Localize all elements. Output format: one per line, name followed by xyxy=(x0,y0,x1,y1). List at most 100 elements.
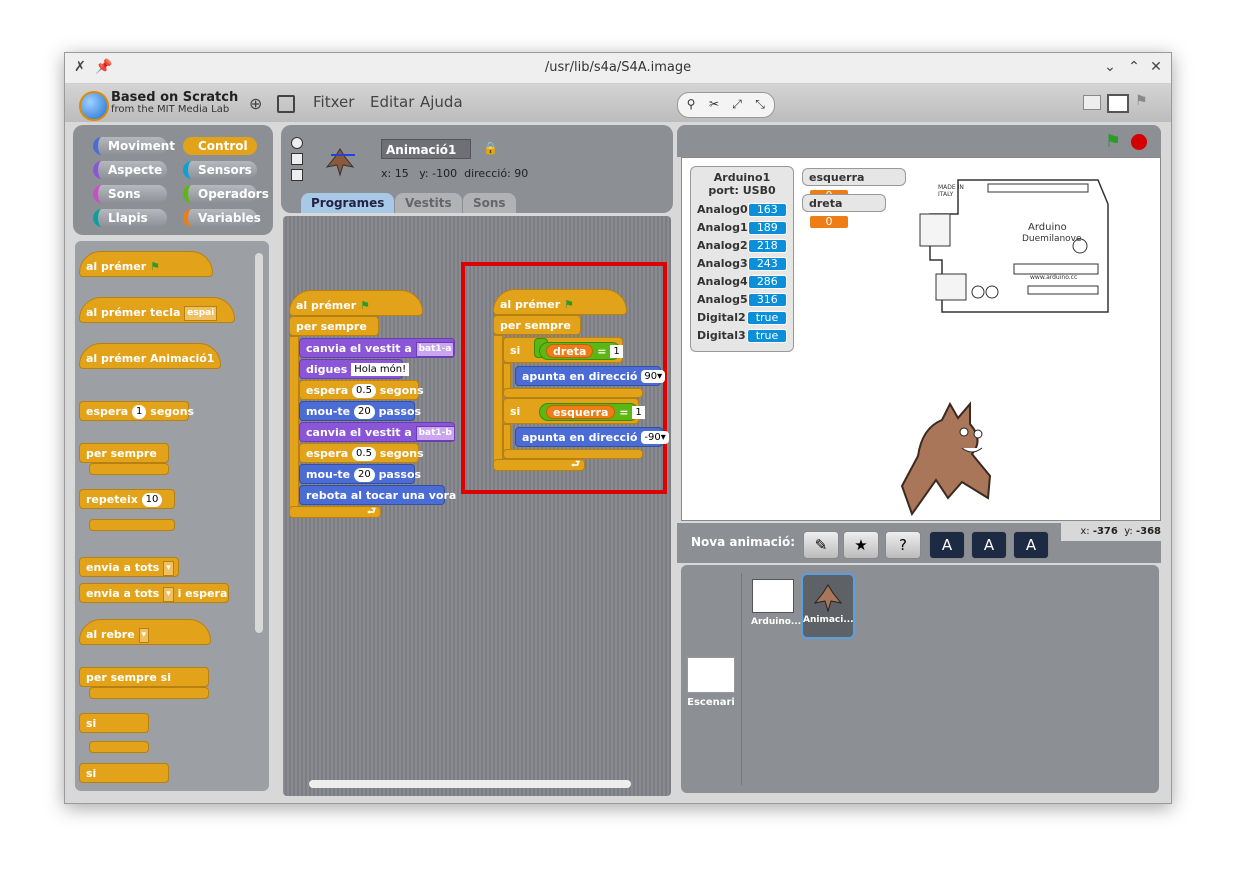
paint-sprite-icon[interactable]: ✎ xyxy=(803,531,839,559)
arduino-row-analog1: Analog1 189 xyxy=(691,219,793,237)
menu-help[interactable]: Ajuda xyxy=(420,93,463,111)
sprite-name-field[interactable]: Animació1 xyxy=(381,139,471,159)
block-broadcast[interactable]: envia a tots ▾ xyxy=(79,557,179,577)
lock-icon[interactable]: 🔒 xyxy=(483,141,498,155)
arduino-board-icon[interactable]: A xyxy=(929,531,965,559)
category-sound[interactable]: Sons xyxy=(93,185,167,203)
block-repeat[interactable]: repeteix 10 xyxy=(79,489,175,509)
block-when-key[interactable]: al prémer tecla espai xyxy=(79,297,235,323)
small-stage-icon[interactable] xyxy=(1083,95,1101,110)
presentation-icon[interactable]: ⚑ xyxy=(1135,93,1148,109)
grow-icon[interactable]: ⤢ xyxy=(725,94,749,114)
sprite-thumb-bat[interactable]: Animaci... xyxy=(801,573,855,639)
stage-thumbnail-label: Escenari xyxy=(687,697,735,708)
script1-forever[interactable]: per sempre xyxy=(289,316,379,336)
stage[interactable]: Arduino1 port: USB0 Analog0 163 Analog1 189… xyxy=(681,157,1161,521)
block-palette: al prémer ⚑ al prémer tecla espai al pré… xyxy=(75,241,269,791)
script1-wait2[interactable]: espera 0.5 segons xyxy=(299,443,424,463)
block-forever-if-bottom xyxy=(89,687,209,699)
scripts-area[interactable]: al prémer ⚑ per sempre canvia el vestit … xyxy=(283,216,671,796)
menu-file[interactable]: Fitxer xyxy=(313,93,354,111)
category-motion[interactable]: Moviment xyxy=(93,137,175,155)
script1-switch-costume[interactable]: canvia el vestit a bat1-a xyxy=(299,338,455,358)
new-sprite-label: Nova animació: xyxy=(691,535,796,549)
script2-point1[interactable]: apunta en direcció 90▾ xyxy=(515,366,666,386)
arduino-open-icon[interactable]: A xyxy=(1013,531,1049,559)
random-sprite-icon[interactable]: ? xyxy=(885,531,921,559)
script2-point2[interactable]: apunta en direcció -90▾ xyxy=(515,427,669,447)
menu-edit[interactable]: Editar xyxy=(370,93,414,111)
arduino-row-analog4: Analog4 286 xyxy=(691,273,793,291)
no-rotate-icon[interactable] xyxy=(291,169,303,181)
close-icon[interactable]: ✕ xyxy=(1147,58,1165,76)
maximize-icon[interactable]: ⌃ xyxy=(1125,58,1143,76)
globe-icon[interactable]: ⊕ xyxy=(249,94,262,113)
sprite-thumbnail-icon xyxy=(325,145,355,177)
block-forever-if[interactable]: per sempre si xyxy=(79,667,209,687)
palette-scrollbar[interactable] xyxy=(255,253,263,633)
script2-hat[interactable]: al prémer ⚑ xyxy=(493,289,627,315)
arduino-row-label: Digital3 xyxy=(697,329,746,342)
script2-cond2[interactable]: esquerra = 1 xyxy=(539,403,645,421)
block-when-flag[interactable]: al prémer ⚑ xyxy=(79,251,213,277)
script1-switch-costume-b[interactable]: canvia el vestit a bat1-b xyxy=(299,422,455,442)
script2-cond1[interactable]: dreta = 1 xyxy=(539,342,623,360)
window-title: /usr/lib/s4a/S4A.image xyxy=(544,60,692,75)
stage-thumbnail[interactable] xyxy=(687,657,735,693)
sprite-thumb-arduino[interactable]: Arduino... xyxy=(751,575,802,627)
category-sensing[interactable]: Sensors xyxy=(183,161,257,179)
sprite-thumb-arduino-label: Arduino... xyxy=(751,617,802,627)
block-wait[interactable]: espera 1 segons xyxy=(79,401,194,421)
tab-costumes[interactable]: Vestits xyxy=(395,193,462,213)
green-flag-icon[interactable]: ⚑ xyxy=(1105,131,1121,152)
category-variables[interactable]: Variables xyxy=(183,209,261,227)
block-when-receive[interactable]: al rebre ▾ xyxy=(79,619,211,645)
choose-sprite-icon[interactable]: ★ xyxy=(843,531,879,559)
var-monitor-esquerra: esquerra 0 xyxy=(802,168,906,203)
arduino-row-label: Analog0 xyxy=(697,203,748,216)
rotate-icon[interactable] xyxy=(291,137,303,149)
category-pen[interactable]: Llapis xyxy=(93,209,167,227)
block-forever[interactable]: per sempre xyxy=(79,443,169,463)
shrink-icon[interactable]: ⤡ xyxy=(748,94,772,114)
stamp-icon[interactable]: ⚲ xyxy=(679,94,703,114)
arduino-row-analog5: Analog5 316 xyxy=(691,291,793,309)
block-if-else[interactable]: si xyxy=(79,763,169,783)
bat-thumb-icon xyxy=(813,581,843,613)
s4a-window: ✗ 📌 /usr/lib/s4a/S4A.image ⌄ ⌃ ✕ Based o… xyxy=(64,52,1172,804)
script1-move1[interactable]: mou-te 20 passos xyxy=(299,401,421,421)
script1-wait1[interactable]: espera 0.5 segons xyxy=(299,380,424,400)
script1-move2[interactable]: mou-te 20 passos xyxy=(299,464,421,484)
arduino-monitor-port: port: USB0 xyxy=(708,184,776,197)
script2-forever[interactable]: per sempre xyxy=(493,315,581,335)
cut-icon[interactable]: ✂ xyxy=(702,94,726,114)
save-icon[interactable] xyxy=(277,95,295,113)
block-when-clicked[interactable]: al prémer Animació1 xyxy=(79,343,221,369)
arduino-row-label: Analog3 xyxy=(697,257,748,270)
brand-title: Based on Scratch xyxy=(111,90,239,105)
arduino-row-value: 286 xyxy=(747,275,787,289)
category-control[interactable]: Control xyxy=(183,137,257,155)
flip-icon[interactable] xyxy=(291,153,303,165)
arduino-row-label: Analog4 xyxy=(697,275,748,288)
stage-header: ⚑ xyxy=(677,125,1161,157)
block-broadcast-wait[interactable]: envia a tots ▾ i espera xyxy=(79,583,229,603)
script1-hat[interactable]: al prémer ⚑ xyxy=(289,290,423,316)
category-operators[interactable]: Operadors xyxy=(183,185,269,203)
arduino-edit-icon[interactable]: A xyxy=(971,531,1007,559)
tab-scripts[interactable]: Programes xyxy=(301,193,395,213)
bat-sprite[interactable] xyxy=(892,394,1002,518)
tab-sounds[interactable]: Sons xyxy=(463,193,516,213)
normal-stage-icon[interactable] xyxy=(1107,94,1129,113)
minimize-icon[interactable]: ⌄ xyxy=(1101,58,1119,76)
scratch-logo-icon xyxy=(79,91,109,121)
arduino-board-sprite[interactable]: MADE IN ITALY Arduino Duemilanove www.ar… xyxy=(918,174,1114,320)
sprite-thumb-bat-label: Animaci... xyxy=(803,615,854,625)
scripts-scrollbar[interactable] xyxy=(309,780,631,788)
category-looks[interactable]: Aspecte xyxy=(93,161,167,179)
var-monitor-dreta: dreta 0 xyxy=(802,194,886,229)
arduino-row-analog0: Analog0 163 xyxy=(691,201,793,219)
block-if[interactable]: si xyxy=(79,713,149,733)
stop-icon[interactable] xyxy=(1131,134,1147,150)
script1-say[interactable]: digues Hola món! xyxy=(299,359,410,379)
